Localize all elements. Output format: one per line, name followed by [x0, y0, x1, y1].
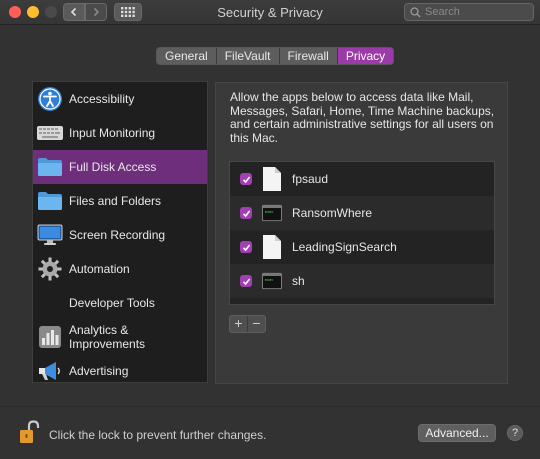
folder-icon [37, 154, 63, 180]
analytics-icon [37, 324, 63, 350]
sidebar-item-label: Developer Tools [69, 296, 155, 310]
display-icon [37, 222, 63, 248]
app-checkbox[interactable] [240, 241, 252, 253]
tab-privacy[interactable]: Privacy [337, 48, 394, 64]
app-checkbox[interactable] [240, 173, 252, 185]
sidebar-item-full-disk-access[interactable]: Full Disk Access [33, 150, 207, 184]
sidebar-item-developer-tools[interactable]: Developer Tools [33, 286, 207, 320]
gear-icon [37, 256, 63, 282]
app-checkbox[interactable] [240, 207, 252, 219]
sidebar-item-accessibility[interactable]: Accessibility [33, 82, 207, 116]
sidebar-item-label: Full Disk Access [69, 160, 157, 174]
lock-message: Click the lock to prevent further change… [49, 428, 267, 442]
terminal-icon [262, 302, 282, 304]
sidebar-item-screen-recording[interactable]: Screen Recording [33, 218, 207, 252]
terminal-icon: exec [262, 200, 282, 226]
keyboard-icon [37, 120, 63, 146]
privacy-category-list: Accessibility Input Monitoring Full Disk… [32, 81, 208, 383]
folder-icon [37, 188, 63, 214]
tab-firewall[interactable]: Firewall [280, 48, 338, 64]
search-field[interactable] [404, 3, 534, 21]
app-name: sh [292, 274, 305, 288]
app-row-sh[interactable]: exec sh [230, 264, 494, 298]
checkmark-icon [242, 176, 250, 183]
sidebar-item-analytics[interactable]: Analytics & Improvements [33, 320, 207, 354]
app-name: LeadingSignSearch [292, 240, 397, 254]
app-name: fpsaud [292, 172, 329, 186]
tab-filevault[interactable]: FileVault [217, 48, 280, 64]
remove-app-button[interactable]: − [248, 316, 265, 332]
checkmark-icon [242, 244, 250, 251]
svg-text:exec: exec [265, 278, 274, 282]
sidebar-item-advertising[interactable]: Advertising [33, 354, 207, 388]
document-icon [262, 234, 282, 260]
footer-divider [0, 406, 540, 407]
terminal-icon: exec [262, 268, 282, 294]
sidebar-item-input-monitoring[interactable]: Input Monitoring [33, 116, 207, 150]
help-button[interactable]: ? [507, 425, 523, 441]
tab-general[interactable]: General [157, 48, 217, 64]
app-name: RansomWhere [292, 206, 373, 220]
sidebar-item-files-and-folders[interactable]: Files and Folders [33, 184, 207, 218]
advanced-button[interactable]: Advanced... [418, 424, 496, 442]
app-checkbox[interactable] [240, 275, 252, 287]
app-row-partial[interactable] [230, 298, 494, 304]
sidebar-item-label: Analytics & Improvements [69, 323, 146, 351]
sidebar-item-label: Automation [69, 262, 130, 276]
app-row-leadingsignsearch[interactable]: LeadingSignSearch [230, 230, 494, 264]
sidebar-item-label: Input Monitoring [69, 126, 156, 140]
search-input[interactable] [421, 6, 525, 18]
app-row-fpsaud[interactable]: fpsaud [230, 162, 494, 196]
sidebar-item-automation[interactable]: Automation [33, 252, 207, 286]
panel-description: Allow the apps below to access data like… [230, 90, 495, 145]
megaphone-icon [37, 358, 63, 384]
full-disk-access-panel: Allow the apps below to access data like… [215, 82, 508, 384]
sidebar-item-label: Files and Folders [69, 194, 162, 208]
search-icon [410, 6, 421, 17]
sidebar-item-label: Advertising [69, 364, 129, 378]
checkmark-icon [242, 210, 250, 217]
add-app-button[interactable]: + [230, 316, 248, 332]
add-remove-control: + − [229, 315, 266, 333]
sidebar-item-label: Accessibility [69, 92, 135, 106]
tab-bar: General FileVault Firewall Privacy [156, 47, 395, 65]
title-bar: Security & Privacy [0, 0, 540, 25]
sidebar-item-label: Screen Recording [69, 228, 166, 242]
accessibility-icon [37, 86, 63, 112]
checkmark-icon [242, 278, 250, 285]
lock-icon[interactable] [19, 420, 41, 444]
svg-text:exec: exec [265, 210, 274, 214]
blank-icon [37, 290, 63, 316]
app-row-ransomwhere[interactable]: exec RansomWhere [230, 196, 494, 230]
document-icon [262, 166, 282, 192]
app-list[interactable]: fpsaud exec RansomWhere LeadingSignSearc… [229, 161, 495, 305]
